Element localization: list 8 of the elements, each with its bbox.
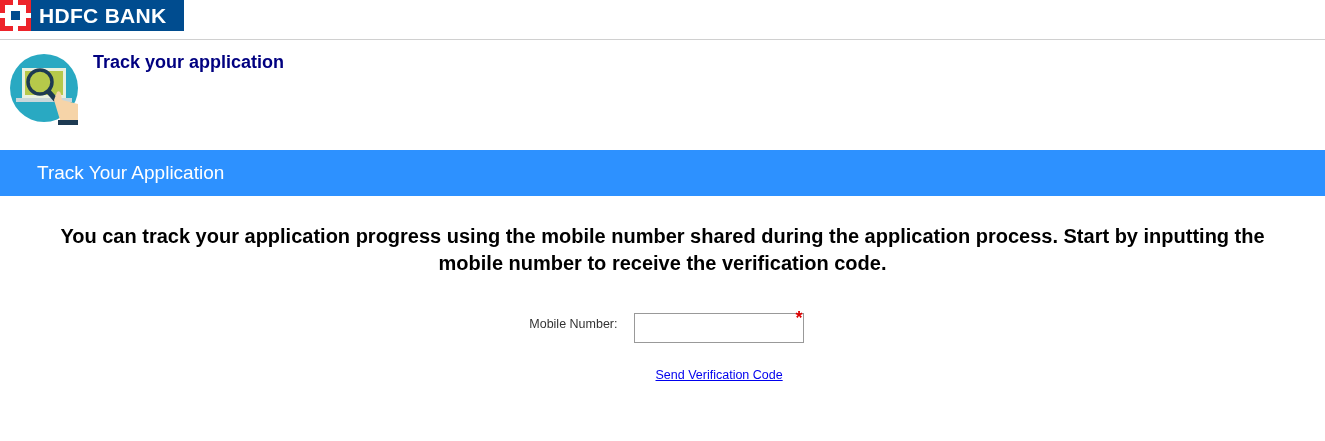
instruction-text: You can track your application progress using the mobile number shared during the application process. Start by inputting the mobile number to receive the verification code.	[59, 224, 1266, 276]
banner-title: Track Your Application	[37, 162, 225, 183]
field-label: Mobile Number:	[528, 316, 618, 333]
logo-text: HDFC BANK	[39, 3, 167, 29]
mobile-number-field[interactable]	[633, 313, 804, 343]
page-title: Track your application	[93, 51, 285, 74]
required-mark: *	[795, 309, 803, 327]
send-code-link[interactable]: Send Verification Code	[655, 368, 783, 382]
